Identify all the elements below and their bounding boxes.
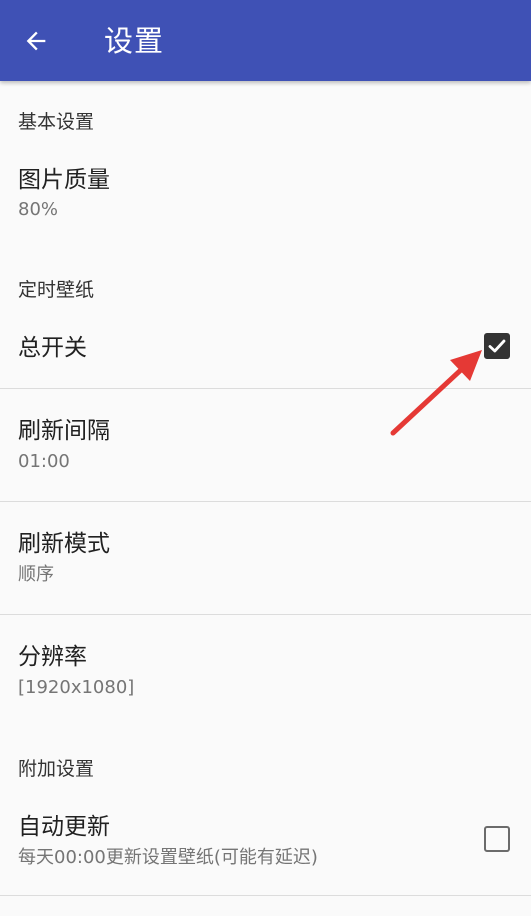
category-header-timed-wallpaper: 定时壁纸 (18, 279, 95, 301)
pref-summary: 80% (18, 199, 59, 220)
pref-refresh-interval[interactable]: 刷新间隔 01:00 (0, 389, 531, 501)
app-toolbar: 设置 (0, 0, 531, 81)
arrow-left-icon (26, 31, 46, 51)
check-icon (488, 339, 506, 353)
pref-summary: 顺序 (18, 564, 54, 585)
pref-summary: [1920x1080] (18, 677, 135, 698)
pref-refresh-mode[interactable]: 刷新模式 顺序 (0, 502, 531, 614)
pref-title: 自动更新 (18, 814, 110, 840)
pref-summary: 01:00 (18, 451, 70, 472)
auto-update-checkbox[interactable] (484, 826, 510, 852)
pref-image-quality[interactable]: 图片质量 80% (0, 150, 531, 234)
pref-title: 刷新间隔 (18, 418, 110, 444)
master-switch-checkbox[interactable] (484, 333, 510, 359)
pref-title: 总开关 (18, 335, 87, 361)
pref-resolution[interactable]: 分辨率 [1920x1080] (0, 615, 531, 715)
pref-master-switch[interactable]: 总开关 (0, 318, 531, 388)
pref-title: 刷新模式 (18, 531, 110, 557)
divider (0, 895, 531, 896)
settings-screen: 设置 基本设置 图片质量 80% 定时壁纸 总开关 刷新间隔 01:00 刷新模… (0, 0, 531, 916)
pref-auto-update[interactable]: 自动更新 每天00:00更新设置壁纸(可能有延迟) (0, 797, 531, 895)
pref-title: 图片质量 (18, 167, 110, 193)
back-button[interactable] (10, 15, 62, 67)
category-header-extra: 附加设置 (18, 758, 95, 780)
category-header-basic: 基本设置 (18, 111, 95, 133)
page-title: 设置 (104, 24, 165, 58)
pref-title: 分辨率 (18, 644, 87, 670)
pref-summary: 每天00:00更新设置壁纸(可能有延迟) (18, 847, 318, 868)
